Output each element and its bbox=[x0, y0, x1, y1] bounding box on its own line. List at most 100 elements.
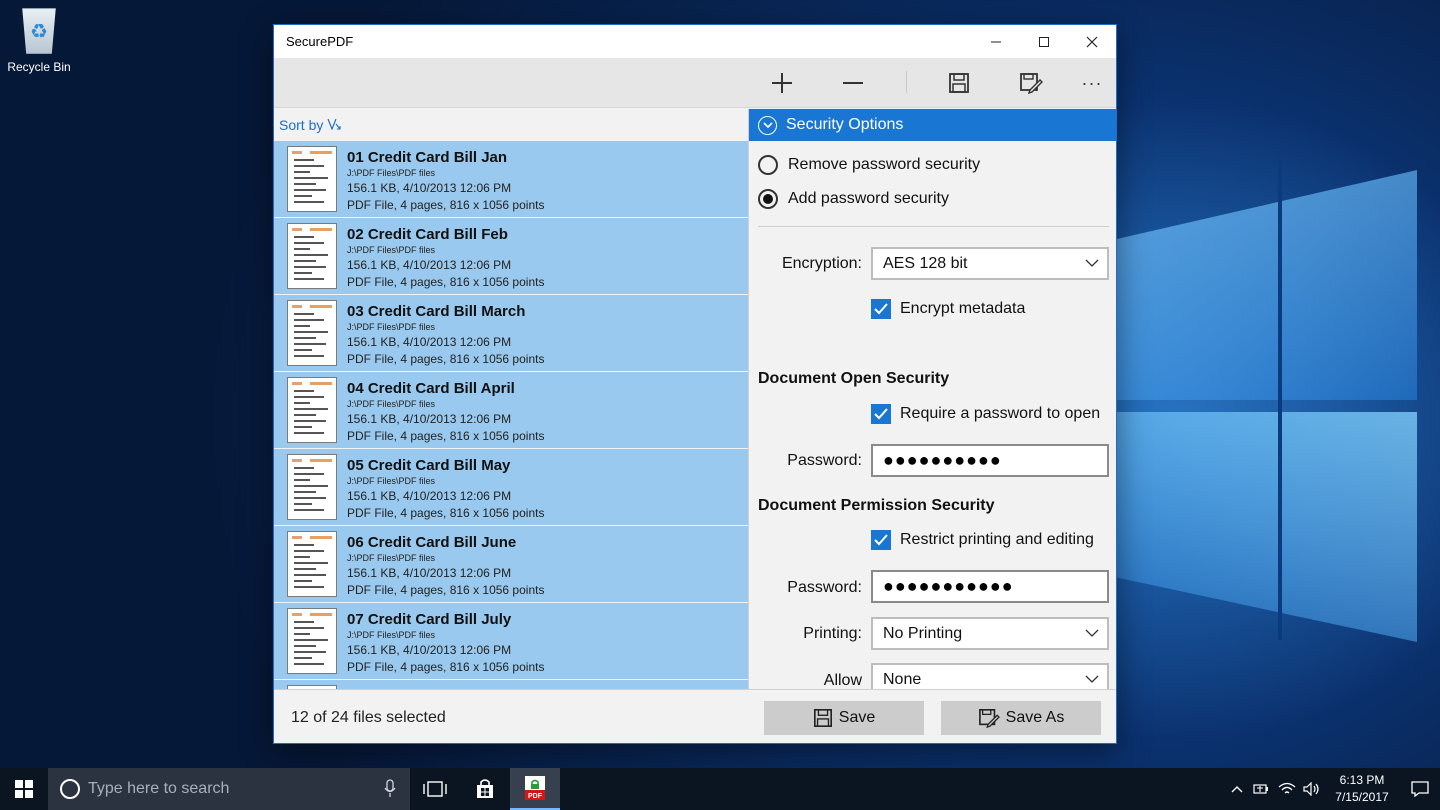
show-hidden-icons-button[interactable] bbox=[1224, 785, 1249, 793]
pdf-thumbnail bbox=[287, 223, 337, 289]
list-item[interactable]: 02 Credit Card Bill Feb J:\PDF Files\PDF… bbox=[274, 218, 748, 295]
list-item[interactable]: 03 Credit Card Bill March J:\PDF Files\P… bbox=[274, 295, 748, 372]
store-button[interactable] bbox=[460, 768, 510, 810]
list-item[interactable]: 05 Credit Card Bill May J:\PDF Files\PDF… bbox=[274, 449, 748, 526]
file-size-date: 156.1 KB, 4/10/2013 12:06 PM bbox=[347, 258, 512, 272]
store-icon bbox=[477, 779, 493, 798]
file-name: 04 Credit Card Bill April bbox=[347, 380, 515, 397]
require-password-label: Require a password to open bbox=[900, 405, 1101, 422]
windows-logo-upper bbox=[1117, 170, 1417, 400]
notification-icon bbox=[1411, 781, 1429, 797]
chevron-up-icon bbox=[1231, 786, 1242, 793]
list-item[interactable]: 01 Credit Card Bill Jan J:\PDF Files\PDF… bbox=[274, 141, 748, 218]
maximize-icon bbox=[1039, 36, 1049, 47]
title-bar[interactable]: SecurePDF bbox=[274, 25, 1116, 58]
clock-time: 6:13 PM bbox=[1339, 773, 1385, 787]
file-details: PDF File, 4 pages, 816 x 1056 points bbox=[347, 429, 545, 443]
encryption-select[interactable]: AES 128 bit bbox=[871, 247, 1109, 280]
divider bbox=[758, 226, 1109, 227]
sort-by-button[interactable]: Sort by bbox=[274, 109, 748, 141]
window-title: SecurePDF bbox=[286, 34, 354, 49]
remove-password-radio[interactable]: Remove password security bbox=[758, 155, 980, 175]
save-as-button[interactable]: Save As bbox=[941, 701, 1101, 735]
save-button[interactable]: Save bbox=[764, 701, 924, 735]
clock-date: 7/15/2017 bbox=[1335, 790, 1389, 804]
recycle-bin[interactable]: ♻ Recycle Bin bbox=[6, 8, 72, 74]
more-button[interactable]: ··· bbox=[1068, 58, 1116, 108]
microphone-icon[interactable] bbox=[384, 779, 396, 804]
list-item[interactable]: 04 Credit Card Bill April J:\PDF Files\P… bbox=[274, 372, 748, 449]
file-details: PDF File, 4 pages, 816 x 1056 points bbox=[347, 660, 545, 674]
save-as-label: Save As bbox=[1005, 709, 1065, 726]
minimize-button[interactable] bbox=[972, 25, 1020, 58]
close-button[interactable] bbox=[1068, 25, 1116, 58]
save-as-icon bbox=[978, 709, 1000, 728]
security-options-header[interactable]: Security Options bbox=[749, 109, 1116, 141]
file-size-date: 156.1 KB, 4/10/2013 12:06 PM bbox=[347, 489, 512, 503]
add-button[interactable] bbox=[758, 58, 806, 108]
add-password-radio[interactable]: Add password security bbox=[758, 189, 949, 209]
file-list-pane: Sort by 01 Credit Card Bill Jan J:\PDF F… bbox=[274, 109, 748, 689]
file-info: 06 Credit Card Bill June J:\PDF Files\PD… bbox=[347, 526, 544, 599]
pdf-thumbnail bbox=[287, 300, 337, 366]
taskbar-search[interactable]: Type here to search bbox=[48, 768, 410, 810]
chevron-down-icon bbox=[1085, 254, 1099, 277]
close-icon bbox=[1086, 36, 1098, 47]
encrypt-metadata-checkbox[interactable]: Encrypt metadata bbox=[871, 299, 1025, 319]
pdf-thumbnail bbox=[287, 146, 337, 212]
allow-changes-value: None bbox=[883, 670, 922, 688]
securepdf-taskbar-button[interactable]: PDF bbox=[510, 768, 560, 810]
file-name: 05 Credit Card Bill May bbox=[347, 457, 511, 474]
recycle-bin-label: Recycle Bin bbox=[7, 60, 71, 74]
printing-value: No Printing bbox=[883, 624, 963, 642]
file-name: 03 Credit Card Bill March bbox=[347, 303, 526, 320]
taskbar: Type here to search PDF 6:13 PM 7/15/201… bbox=[0, 768, 1440, 810]
file-size-date: 156.1 KB, 4/10/2013 12:06 PM bbox=[347, 643, 512, 657]
selection-status: 12 of 24 files selected bbox=[291, 709, 446, 726]
add-password-label: Add password security bbox=[788, 190, 949, 207]
power-icon[interactable] bbox=[1249, 783, 1274, 795]
securepdf-app-icon: PDF bbox=[525, 776, 545, 800]
file-info: 02 Credit Card Bill Feb J:\PDF Files\PDF… bbox=[347, 218, 544, 291]
file-details: PDF File, 4 pages, 816 x 1056 points bbox=[347, 275, 545, 289]
start-button[interactable] bbox=[0, 768, 48, 810]
pdf-thumbnail bbox=[287, 531, 337, 597]
file-info: 05 Credit Card Bill May J:\PDF Files\PDF… bbox=[347, 449, 544, 522]
file-path: J:\PDF Files\PDF files bbox=[347, 630, 436, 640]
recycle-bin-icon: ♻ bbox=[22, 8, 56, 54]
file-name: 01 Credit Card Bill Jan bbox=[347, 149, 508, 166]
list-item[interactable]: 07 Credit Card Bill July J:\PDF Files\PD… bbox=[274, 603, 748, 680]
minimize-icon bbox=[991, 41, 1001, 42]
sort-by-label: Sort by bbox=[279, 117, 324, 133]
remove-password-label: Remove password security bbox=[788, 156, 981, 173]
save-toolbar-button[interactable] bbox=[935, 58, 983, 108]
action-center-button[interactable] bbox=[1400, 781, 1440, 797]
open-password-input[interactable]: ●●●●●●●●●● bbox=[871, 444, 1109, 477]
more-icon: ··· bbox=[1081, 72, 1103, 93]
printing-label: Printing: bbox=[803, 625, 862, 642]
volume-icon[interactable] bbox=[1299, 782, 1324, 796]
security-options-pane: Security Options Remove password securit… bbox=[748, 109, 1116, 707]
radio-circle-selected bbox=[758, 189, 778, 209]
restrict-printing-checkbox[interactable]: Restrict printing and editing bbox=[871, 530, 1094, 550]
printing-select[interactable]: No Printing bbox=[871, 617, 1109, 650]
checkmark-icon bbox=[871, 404, 891, 424]
securepdf-window: SecurePDF ··· Sort by 01 Credit Card Bil… bbox=[273, 24, 1117, 744]
save-as-toolbar-button[interactable] bbox=[1007, 58, 1055, 108]
clock[interactable]: 6:13 PM 7/15/2017 bbox=[1324, 772, 1400, 806]
wifi-icon[interactable] bbox=[1274, 782, 1299, 796]
toolbar: ··· bbox=[274, 58, 1116, 108]
list-item-partial[interactable] bbox=[274, 680, 748, 689]
permission-password-label: Password: bbox=[787, 579, 862, 596]
maximize-button[interactable] bbox=[1020, 25, 1068, 58]
pdf-thumbnail bbox=[287, 377, 337, 443]
document-open-security-title: Document Open Security bbox=[758, 370, 950, 387]
file-info: 03 Credit Card Bill March J:\PDF Files\P… bbox=[347, 295, 544, 368]
file-path: J:\PDF Files\PDF files bbox=[347, 476, 436, 486]
task-view-button[interactable] bbox=[410, 768, 460, 810]
require-password-checkbox[interactable]: Require a password to open bbox=[871, 404, 1100, 424]
list-item[interactable]: 06 Credit Card Bill June J:\PDF Files\PD… bbox=[274, 526, 748, 603]
file-info: 04 Credit Card Bill April J:\PDF Files\P… bbox=[347, 372, 544, 445]
permission-password-input[interactable]: ●●●●●●●●●●● bbox=[871, 570, 1109, 603]
remove-button[interactable] bbox=[829, 58, 877, 108]
